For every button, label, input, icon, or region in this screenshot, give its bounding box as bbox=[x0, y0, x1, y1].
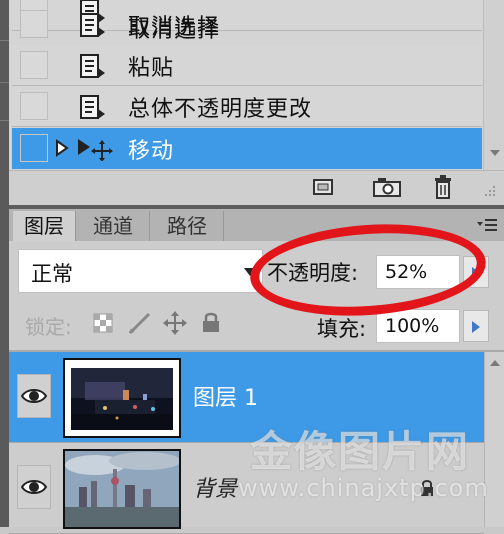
fill-slider-button[interactable] bbox=[463, 310, 489, 342]
history-brush-source-checkbox[interactable] bbox=[20, 92, 48, 120]
watermark-cn: 金像图片网 bbox=[250, 427, 471, 476]
history-item-opacity-change[interactable]: 总体不透明度更改 bbox=[12, 86, 482, 127]
layer-name[interactable]: 背景 bbox=[193, 471, 237, 503]
camera-snapshot-icon[interactable] bbox=[372, 176, 402, 198]
history-panel: 取消选择 取消选择 粘贴 总体不透明度更改 移动 bbox=[9, 0, 504, 206]
lock-transparent-pixels-icon[interactable] bbox=[93, 313, 113, 333]
history-brush-marker-icon bbox=[56, 139, 69, 157]
lock-all-icon[interactable] bbox=[201, 311, 221, 333]
history-item-label: 移动 bbox=[128, 139, 175, 164]
blend-mode-select[interactable]: 正常 bbox=[18, 249, 263, 293]
resize-grip-icon[interactable] bbox=[482, 185, 496, 199]
lock-image-pixels-icon[interactable] bbox=[127, 311, 153, 335]
new-document-from-state-icon[interactable] bbox=[312, 177, 334, 197]
history-item-move[interactable]: 移动 bbox=[12, 128, 482, 169]
blend-mode-value: 正常 bbox=[31, 262, 73, 286]
tab-paths[interactable]: 路径 bbox=[151, 211, 224, 241]
layer-visibility-toggle[interactable] bbox=[17, 465, 51, 509]
scroll-down-arrow-icon[interactable] bbox=[490, 150, 500, 156]
history-item-label: 粘贴 bbox=[128, 56, 175, 81]
history-footer bbox=[9, 170, 504, 206]
trash-icon[interactable] bbox=[432, 174, 454, 200]
lock-label: 锁定: bbox=[25, 315, 72, 339]
fill-label: 填充: bbox=[317, 317, 367, 341]
chevron-right-icon bbox=[472, 321, 480, 333]
history-brush-source-checkbox[interactable] bbox=[20, 51, 48, 79]
history-item-deselect[interactable]: 取消选择 bbox=[12, 4, 482, 44]
fill-input[interactable]: 100% bbox=[376, 309, 460, 343]
history-state-icon bbox=[80, 95, 105, 119]
history-scrollbar[interactable] bbox=[483, 0, 504, 170]
panel-menu-icon[interactable] bbox=[476, 217, 498, 233]
history-state-icon bbox=[80, 13, 105, 37]
history-brush-source-checkbox[interactable] bbox=[20, 10, 48, 38]
layer-thumbnail bbox=[63, 358, 181, 438]
tab-layers[interactable]: 图层 bbox=[13, 211, 76, 241]
layer-thumbnail bbox=[63, 449, 181, 529]
night-city-thumbnail-image bbox=[65, 360, 179, 436]
scroll-up-arrow-icon[interactable] bbox=[490, 360, 500, 366]
tab-channels[interactable]: 通道 bbox=[77, 211, 150, 241]
watermark-url: www.chinajxtp.com bbox=[238, 474, 489, 502]
history-item-label: 取消选择 bbox=[128, 15, 221, 40]
eye-icon bbox=[21, 389, 47, 403]
left-panel-edge bbox=[0, 0, 9, 527]
history-state-icon bbox=[80, 54, 105, 78]
history-item-label: 总体不透明度更改 bbox=[128, 97, 313, 122]
layer-visibility-toggle[interactable] bbox=[17, 374, 51, 418]
day-city-thumbnail-image bbox=[65, 451, 179, 527]
move-tool-icon bbox=[78, 139, 113, 161]
layer-name[interactable]: 图层 1 bbox=[193, 380, 258, 412]
lock-position-icon[interactable] bbox=[163, 311, 187, 335]
eye-icon bbox=[21, 480, 47, 494]
history-item-paste[interactable]: 粘贴 bbox=[12, 45, 482, 86]
history-brush-source-checkbox[interactable] bbox=[20, 134, 48, 162]
